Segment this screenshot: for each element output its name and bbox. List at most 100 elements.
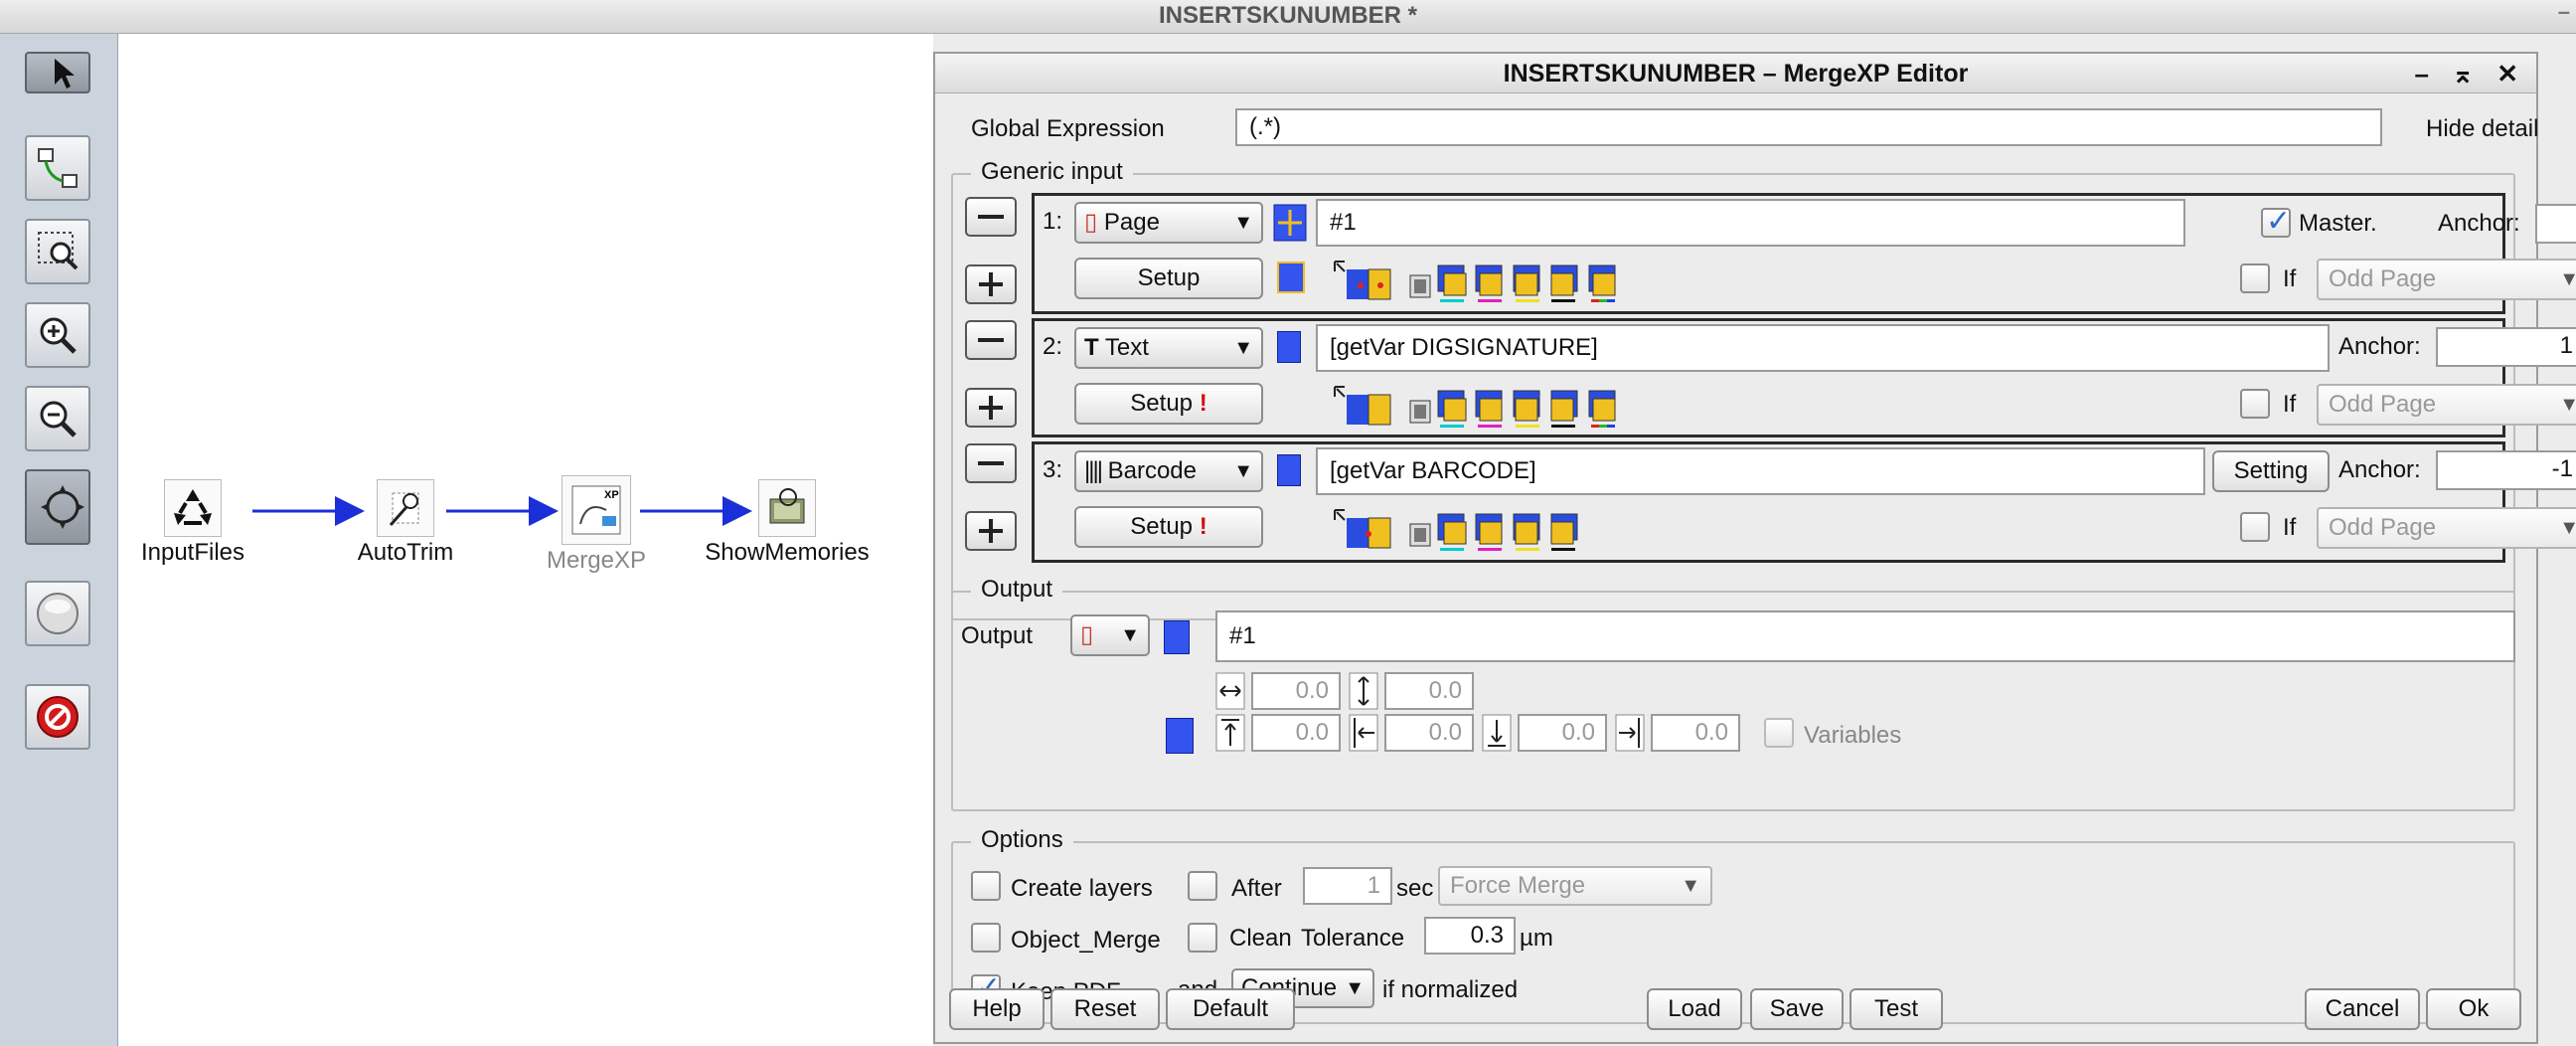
cancel-run-button[interactable] xyxy=(25,684,90,750)
node-autotrim[interactable]: AutoTrim xyxy=(306,479,505,567)
load-button[interactable]: Load xyxy=(1647,988,1742,1030)
barcode-setting-button[interactable]: Setting xyxy=(2212,450,2330,492)
stop-icon xyxy=(37,593,79,634)
vertical-offset-icon xyxy=(1349,672,1378,710)
input-3-source[interactable]: [getVar BARCODE] xyxy=(1316,447,2205,495)
variables-checkbox[interactable] xyxy=(1764,718,1794,748)
input-type-select[interactable]: |||| Barcode ▼ xyxy=(1074,450,1263,492)
dropdown-arrow-icon: ▼ xyxy=(1233,212,1253,234)
tolerance-label: Tolerance xyxy=(1301,925,1405,952)
tolerance-input[interactable]: 0.3 xyxy=(1424,917,1516,955)
blue-box-icon xyxy=(1166,718,1194,754)
add-input-3-button[interactable] xyxy=(965,511,1017,551)
stop-button[interactable] xyxy=(25,581,90,646)
generic-input-title: Generic input xyxy=(971,158,1133,186)
anchor-input[interactable]: 0 xyxy=(2535,204,2576,244)
window-title: INSERTSKUNUMBER * xyxy=(1158,2,1417,29)
create-layers-checkbox[interactable] xyxy=(971,871,1001,901)
clean-checkbox[interactable] xyxy=(1188,923,1217,953)
zoom-out-icon xyxy=(40,401,77,437)
barcode-icon: |||| xyxy=(1084,457,1103,484)
hide-detail-link[interactable]: Hide detail xyxy=(2426,115,2538,143)
dropdown-arrow-icon: ▼ xyxy=(1120,624,1140,646)
zoom-in-icon xyxy=(40,317,77,354)
if-checkbox[interactable] xyxy=(2240,512,2270,542)
default-button[interactable]: Default xyxy=(1166,988,1295,1030)
node-showmemories[interactable]: ShowMemories xyxy=(688,479,886,567)
margin-left-input[interactable]: 0.0 xyxy=(1384,714,1474,752)
minimize-button[interactable]: – xyxy=(2558,0,2570,28)
condition-select[interactable]: Odd Page ▼ xyxy=(2317,259,2576,300)
setup-button[interactable]: Setup xyxy=(1074,258,1263,299)
save-button[interactable]: Save xyxy=(1750,988,1844,1030)
test-button[interactable]: Test xyxy=(1850,988,1943,1030)
output-label: Output xyxy=(961,622,1034,649)
node-mergexp[interactable]: XP MergeXP xyxy=(497,475,696,575)
plus-icon xyxy=(979,396,1003,420)
select-tool-button[interactable] xyxy=(25,52,90,93)
marquee-zoom-icon xyxy=(38,232,79,270)
blue-box-icon xyxy=(1277,454,1301,486)
force-merge-select[interactable]: Force Merge ▼ xyxy=(1438,866,1712,906)
text-type-icon: T xyxy=(1084,334,1099,361)
margin-right-input[interactable]: 0.0 xyxy=(1651,714,1740,752)
condition-select[interactable]: Odd Page ▼ xyxy=(2317,384,2576,426)
window-controls[interactable]: – ⌅ ✕ xyxy=(2415,54,2526,93)
add-input-2-button[interactable] xyxy=(965,388,1017,428)
alignment-icons[interactable] xyxy=(1331,256,1728,305)
margin-top-input[interactable]: 0.0 xyxy=(1251,714,1341,752)
offset-x-input[interactable]: 0.0 xyxy=(1251,672,1341,710)
setup-button[interactable]: Setup ! xyxy=(1074,506,1263,548)
input-index: 2: xyxy=(1043,333,1063,360)
output-expression-input[interactable]: #1 xyxy=(1215,610,2515,662)
connect-tool-button[interactable] xyxy=(25,135,90,201)
auto-layout-button[interactable] xyxy=(25,469,90,545)
zoom-out-button[interactable] xyxy=(25,386,90,451)
if-checkbox[interactable] xyxy=(2240,263,2270,293)
dropdown-arrow-icon: ▼ xyxy=(1233,460,1253,482)
margin-bottom-input[interactable]: 0.0 xyxy=(1518,714,1607,752)
input-1-source[interactable]: #1 xyxy=(1316,199,2185,247)
zoom-in-button[interactable] xyxy=(25,302,90,368)
setup-button[interactable]: Setup ! xyxy=(1074,383,1263,425)
move-handle-icon[interactable] xyxy=(1273,204,1307,242)
ok-button[interactable]: Ok xyxy=(2426,988,2521,1030)
condition-select[interactable]: Odd Page ▼ xyxy=(2317,507,2576,549)
reset-button[interactable]: Reset xyxy=(1050,988,1160,1030)
mergexp-editor-window: INSERTSKUNUMBER – MergeXP Editor – ⌅ ✕ G… xyxy=(933,52,2576,1044)
dropdown-arrow-icon: ▼ xyxy=(1681,875,1700,897)
input-type-select[interactable]: ▯ Page ▼ xyxy=(1074,202,1263,244)
dropdown-arrow-icon: ▼ xyxy=(1345,977,1365,999)
select-arrow-icon xyxy=(55,59,75,88)
object-merge-checkbox[interactable] xyxy=(971,923,1001,953)
master-checkbox[interactable] xyxy=(2261,204,2291,239)
remove-input-3-button[interactable] xyxy=(965,443,1017,483)
remove-input-1-button[interactable] xyxy=(965,197,1017,237)
anchor-input[interactable]: 1 xyxy=(2436,327,2576,367)
marquee-zoom-button[interactable] xyxy=(25,219,90,284)
output-type-select[interactable]: ▯ ▼ xyxy=(1070,614,1150,656)
master-label: Master. xyxy=(2299,210,2377,237)
alignment-icons[interactable] xyxy=(1331,381,1728,431)
add-input-1-button[interactable] xyxy=(965,264,1017,304)
page-icon: ▯ xyxy=(1084,209,1098,236)
output-group-title: Output xyxy=(971,576,1063,604)
input-type-select[interactable]: T Text ▼ xyxy=(1074,327,1263,369)
offset-y-input[interactable]: 0.0 xyxy=(1384,672,1474,710)
input-2-source[interactable]: [getVar DIGSIGNATURE] xyxy=(1316,324,2330,372)
help-button[interactable]: Help xyxy=(949,988,1045,1030)
workflow-canvas[interactable]: InputFiles AutoTrim XP MergeXP ShowMemor… xyxy=(118,34,933,1046)
plus-icon xyxy=(979,519,1003,543)
condition-value: Odd Page xyxy=(2329,514,2437,541)
svg-text:XP: XP xyxy=(604,489,619,501)
remove-input-2-button[interactable] xyxy=(965,320,1017,360)
after-seconds-input[interactable]: 1 xyxy=(1303,867,1392,905)
anchor-input[interactable]: -1 xyxy=(2436,450,2576,490)
after-label: After xyxy=(1231,875,1282,902)
if-checkbox[interactable] xyxy=(2240,389,2270,419)
global-expression-input[interactable]: (.*) xyxy=(1235,108,2382,146)
alignment-icons[interactable] xyxy=(1331,504,1728,554)
after-checkbox[interactable] xyxy=(1188,871,1217,901)
cancel-button[interactable]: Cancel xyxy=(2305,988,2420,1030)
node-inputfiles[interactable]: InputFiles xyxy=(93,479,292,567)
